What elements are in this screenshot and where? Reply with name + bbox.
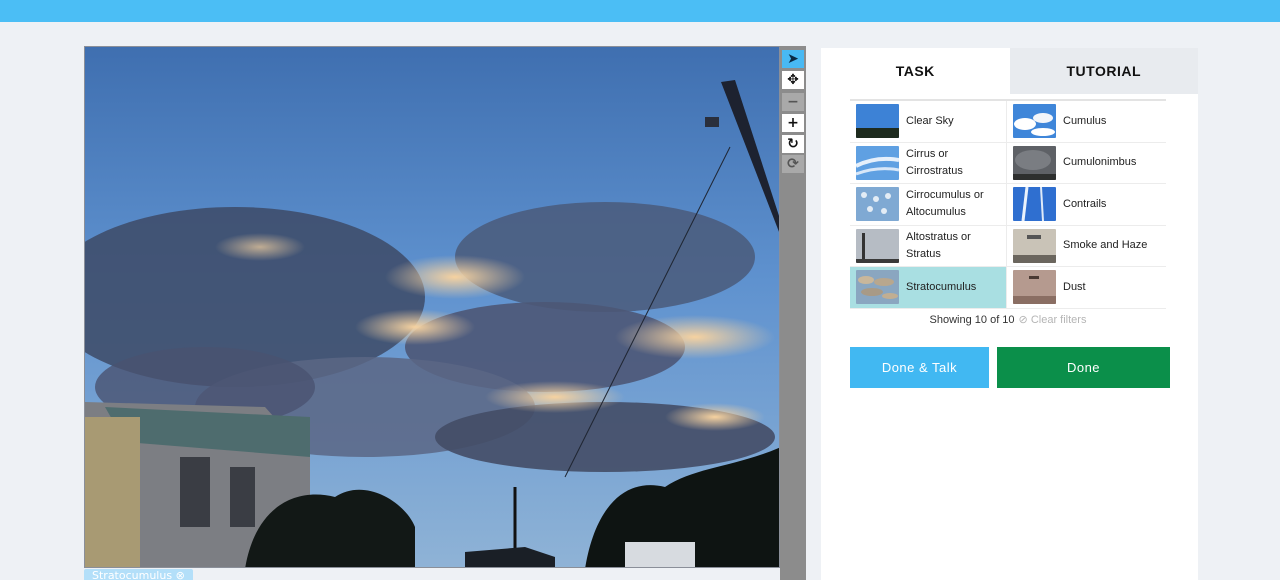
choice-label: Cumulus	[1063, 114, 1107, 127]
choice-dust[interactable]: Dust	[1007, 267, 1166, 309]
choice-label: Cirrocumulus or Altocumulus	[906, 189, 984, 219]
choice-label: Cirrus or Cirrostratus	[906, 147, 963, 177]
clear-sky-thumbnail	[856, 104, 899, 139]
choice-cumulus[interactable]: Cumulus	[1007, 101, 1166, 143]
top-navigation-bar	[0, 0, 1280, 22]
cumulonimbus-thumbnail	[1013, 145, 1056, 180]
selected-choice-tag[interactable]: Stratocumulus ⊗	[84, 569, 193, 580]
stratocumulus-thumbnail	[856, 270, 899, 305]
rotate-icon[interactable]: ↻	[782, 135, 804, 153]
choice-altostratus[interactable]: Altostratus or Stratus	[850, 225, 1007, 267]
choice-label: Stratocumulus	[906, 280, 977, 293]
choice-label: Clear Sky	[906, 114, 954, 127]
task-panel: TASK TUTORIAL Clear Sky Cumulus Cirrus o…	[821, 48, 1198, 580]
choice-label: Smoke and Haze	[1063, 239, 1148, 252]
image-toolbar: ➤ ✥ − + ↻ ⟳	[780, 46, 806, 580]
choice-label: Cumulonimbus	[1063, 156, 1137, 169]
choice-stratocumulus[interactable]: Stratocumulus	[850, 267, 1007, 309]
pointer-icon[interactable]: ➤	[782, 50, 804, 68]
choice-label: Dust	[1063, 280, 1086, 293]
choice-cumulonimbus[interactable]: Cumulonimbus	[1007, 143, 1166, 184]
choice-cirrocumulus[interactable]: Cirrocumulus or Altocumulus	[850, 184, 1007, 226]
smoke-haze-thumbnail	[1013, 228, 1056, 263]
move-icon[interactable]: ✥	[782, 71, 804, 89]
dust-thumbnail	[1013, 270, 1056, 305]
done-and-talk-button[interactable]: Done & Talk	[850, 347, 989, 388]
reset-icon[interactable]: ⟳	[782, 155, 804, 173]
choice-label: Contrails	[1063, 197, 1107, 210]
altostratus-thumbnail	[856, 228, 899, 263]
cirrocumulus-thumbnail	[856, 187, 899, 222]
choice-label: Altostratus or Stratus	[906, 230, 971, 260]
tab-tutorial[interactable]: TUTORIAL	[1009, 48, 1198, 94]
filter-status: Showing 10 of 10 ⊘ Clear filters	[850, 313, 1166, 326]
choice-smoke-haze[interactable]: Smoke and Haze	[1007, 226, 1166, 267]
contrails-thumbnail	[1013, 187, 1056, 222]
choice-clear-sky[interactable]: Clear Sky	[850, 101, 1007, 143]
cirrus-thumbnail	[856, 145, 899, 180]
panel-tabs: TASK TUTORIAL	[821, 48, 1198, 94]
choice-grid: Clear Sky Cumulus Cirrus or Cirrostratus…	[850, 99, 1166, 309]
done-button[interactable]: Done	[997, 347, 1170, 388]
choice-contrails[interactable]: Contrails	[1007, 184, 1166, 226]
clear-filters-link[interactable]: ⊘ Clear filters	[1019, 314, 1087, 326]
choice-cirrus[interactable]: Cirrus or Cirrostratus	[850, 142, 1007, 184]
cumulus-thumbnail	[1013, 104, 1056, 139]
subject-image[interactable]	[84, 46, 780, 568]
showing-count: Showing 10 of 10	[929, 314, 1015, 326]
tab-task[interactable]: TASK	[821, 48, 1010, 94]
zoom-out-icon[interactable]: −	[782, 93, 804, 111]
sky-photo	[85, 47, 779, 567]
zoom-in-icon[interactable]: +	[782, 114, 804, 132]
